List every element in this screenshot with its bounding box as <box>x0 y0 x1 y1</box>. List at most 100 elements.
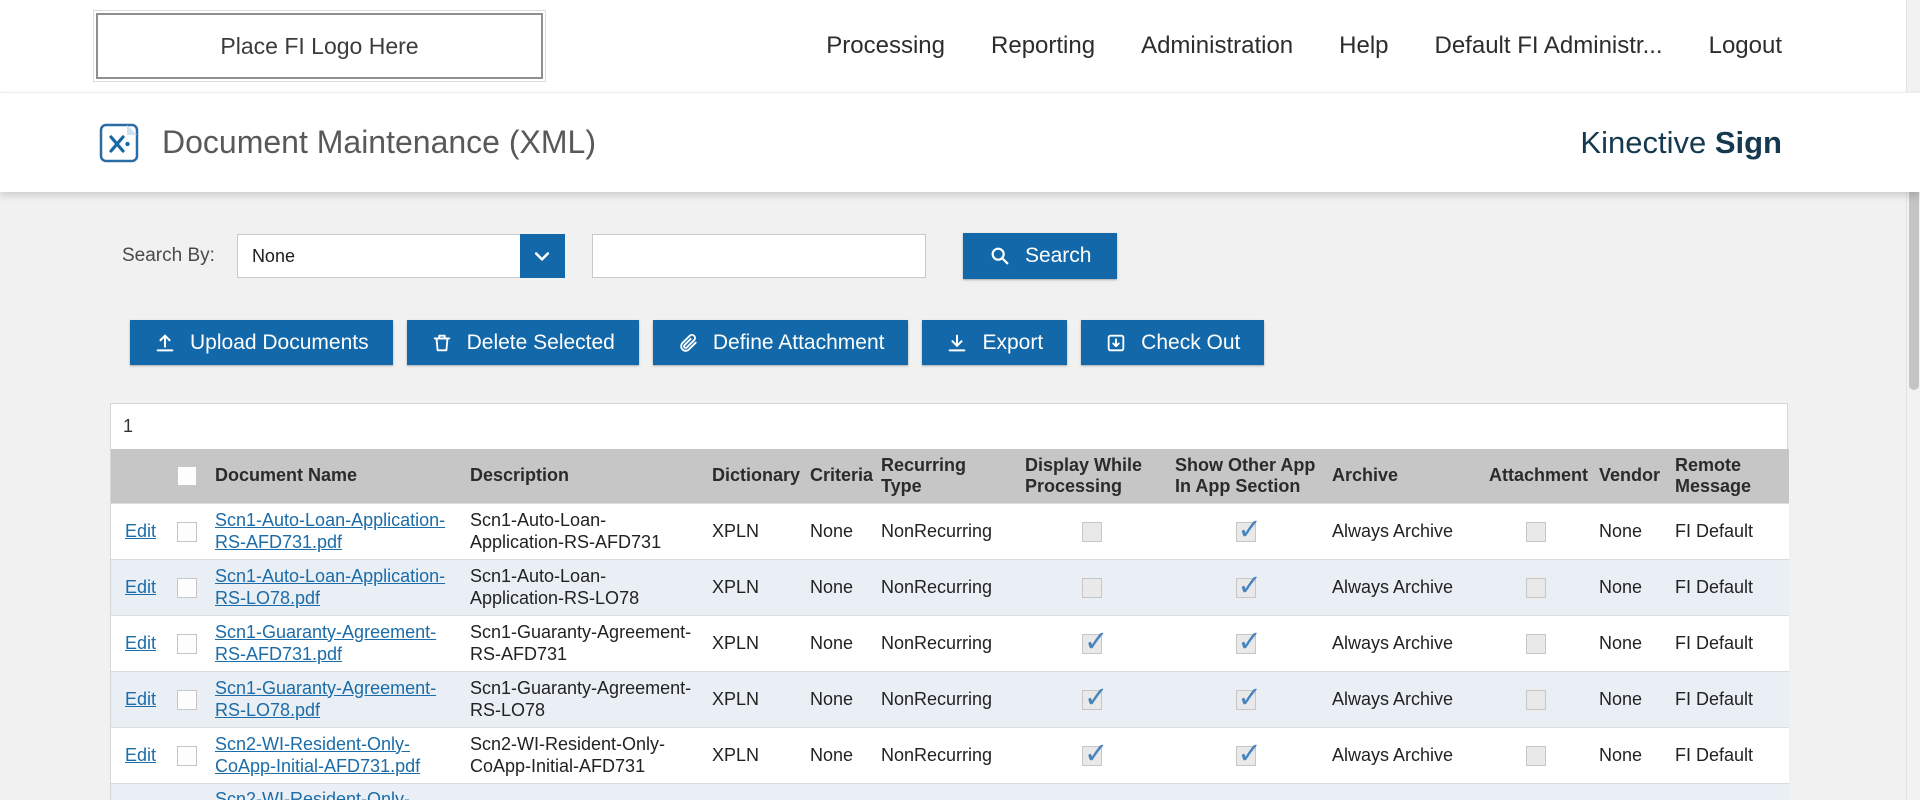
upload-icon <box>154 332 176 354</box>
search-input[interactable] <box>592 234 926 278</box>
col-attachment: Attachment <box>1481 449 1591 503</box>
nav-item-processing[interactable]: Processing <box>826 32 945 60</box>
document-name-link[interactable]: Scn2-WI-Resident-Only-CoApp-Signature2-A… <box>215 789 410 800</box>
remote-message-cell: FI Default <box>1667 503 1789 559</box>
display-while-processing-checkbox[interactable] <box>1082 522 1102 542</box>
display-while-processing-checkbox[interactable] <box>1082 690 1102 710</box>
row-select-checkbox[interactable] <box>177 690 197 710</box>
attachment-checkbox[interactable] <box>1526 522 1546 542</box>
attachment-checkbox[interactable] <box>1526 746 1546 766</box>
search-icon <box>989 245 1011 267</box>
edit-link[interactable]: Edit <box>125 577 156 597</box>
fi-logo-placeholder: Place FI Logo Here <box>96 13 543 79</box>
document-name-cell: Scn1-Guaranty-Agreement-RS-LO78.pdf <box>207 671 462 727</box>
fi-logo-text: Place FI Logo Here <box>220 33 418 60</box>
content-area: Search By: None Search <box>0 192 1920 800</box>
search-button[interactable]: Search <box>963 233 1118 279</box>
remote-message-cell: FI Default <box>1667 783 1789 800</box>
edit-link[interactable]: Edit <box>125 633 156 653</box>
criteria-cell: None <box>802 559 873 615</box>
row-select-checkbox[interactable] <box>177 634 197 654</box>
show-other-app-checkbox[interactable] <box>1236 690 1256 710</box>
recurring-type-cell: NonRecurring <box>873 727 1017 783</box>
dictionary-cell: XPLN <box>704 503 802 559</box>
recurring-type-cell: NonRecurring <box>873 559 1017 615</box>
vendor-cell: None <box>1591 503 1667 559</box>
nav-item-administration[interactable]: Administration <box>1141 32 1293 60</box>
document-name-link[interactable]: Scn2-WI-Resident-Only-CoApp-Initial-AFD7… <box>215 734 420 777</box>
nav-item-help[interactable]: Help <box>1339 32 1388 60</box>
edit-link[interactable]: Edit <box>125 689 156 709</box>
remote-message-cell: FI Default <box>1667 727 1789 783</box>
search-by-dropdown[interactable]: None <box>237 234 565 278</box>
row-select-checkbox[interactable] <box>177 578 197 598</box>
export-button[interactable]: Export <box>922 320 1067 365</box>
row-select-checkbox[interactable] <box>177 746 197 766</box>
check-out-label: Check Out <box>1141 331 1240 355</box>
edit-link[interactable]: Edit <box>125 521 156 541</box>
remote-message-cell: FI Default <box>1667 671 1789 727</box>
archive-cell: Always Archive <box>1324 615 1481 671</box>
document-name-link[interactable]: Scn1-Auto-Loan-Application-RS-AFD731.pdf <box>215 510 445 553</box>
display-while-processing-checkbox[interactable] <box>1082 746 1102 766</box>
row-select-checkbox[interactable] <box>177 522 197 542</box>
dictionary-cell: XPLN <box>704 559 802 615</box>
criteria-cell: None <box>802 615 873 671</box>
delete-selected-button[interactable]: Delete Selected <box>407 320 639 365</box>
search-row: Search By: None Search <box>122 233 1920 279</box>
nav-item-reporting[interactable]: Reporting <box>991 32 1095 60</box>
documents-table-container: 1 Document Name Description Dictionary C… <box>110 403 1788 800</box>
attachment-checkbox[interactable] <box>1526 690 1546 710</box>
document-name-cell: Scn2-WI-Resident-Only-CoApp-Initial-AFD7… <box>207 727 462 783</box>
delete-selected-label: Delete Selected <box>467 331 615 355</box>
show-other-app-checkbox[interactable] <box>1236 578 1256 598</box>
attachment-checkbox[interactable] <box>1526 578 1546 598</box>
document-x-icon <box>98 122 140 164</box>
documents-table: Document Name Description Dictionary Cri… <box>111 449 1789 800</box>
table-row: Edit Scn1-Guaranty-Agreement-RS-AFD731.p… <box>111 615 1789 671</box>
document-name-cell: Scn2-WI-Resident-Only-CoApp-Signature2-A… <box>207 783 462 800</box>
edit-link[interactable]: Edit <box>125 745 156 765</box>
check-out-button[interactable]: Check Out <box>1081 320 1264 365</box>
vendor-cell: None <box>1591 615 1667 671</box>
document-name-link[interactable]: Scn1-Auto-Loan-Application-RS-LO78.pdf <box>215 566 445 609</box>
edit-column-header <box>111 449 167 503</box>
description-cell: Scn1-Guaranty-Agreement-RS-LO78 <box>462 671 704 727</box>
search-button-label: Search <box>1025 244 1092 268</box>
table-row: Edit Scn1-Auto-Loan-Application-RS-AFD73… <box>111 503 1789 559</box>
show-other-app-checkbox[interactable] <box>1236 634 1256 654</box>
display-while-processing-checkbox[interactable] <box>1082 634 1102 654</box>
show-other-app-checkbox[interactable] <box>1236 522 1256 542</box>
document-name-cell: Scn1-Guaranty-Agreement-RS-AFD731.pdf <box>207 615 462 671</box>
define-attachment-button[interactable]: Define Attachment <box>653 320 909 365</box>
chevron-down-icon <box>532 246 552 266</box>
description-cell: Scn1-Guaranty-Agreement-RS-AFD731 <box>462 615 704 671</box>
select-all-checkbox[interactable] <box>177 466 197 486</box>
col-vendor: Vendor <box>1591 449 1667 503</box>
col-show-other-app: Show Other App In App Section <box>1167 449 1324 503</box>
nav-item-current-user[interactable]: Default FI Administr... <box>1435 32 1663 60</box>
upload-documents-button[interactable]: Upload Documents <box>130 320 393 365</box>
dropdown-toggle-button[interactable] <box>520 234 565 278</box>
attachment-checkbox[interactable] <box>1526 634 1546 654</box>
table-row: Edit Scn2-WI-Resident-Only-CoApp-Initial… <box>111 727 1789 783</box>
table-row: Edit Scn1-Guaranty-Agreement-RS-LO78.pdf… <box>111 671 1789 727</box>
trash-icon <box>431 332 453 354</box>
nav-item-logout[interactable]: Logout <box>1709 32 1782 60</box>
table-row: Edit Scn2-WI-Resident-Only-CoApp-Signatu… <box>111 783 1789 800</box>
table-row: Edit Scn1-Auto-Loan-Application-RS-LO78.… <box>111 559 1789 615</box>
export-label: Export <box>982 331 1043 355</box>
document-name-cell: Scn1-Auto-Loan-Application-RS-LO78.pdf <box>207 559 462 615</box>
actions-row: Upload Documents Delete Selected Define … <box>130 320 1920 365</box>
col-dictionary: Dictionary <box>704 449 802 503</box>
vendor-cell: None <box>1591 671 1667 727</box>
document-name-link[interactable]: Scn1-Guaranty-Agreement-RS-LO78.pdf <box>215 678 436 721</box>
table-body: Edit Scn1-Auto-Loan-Application-RS-AFD73… <box>111 503 1789 800</box>
display-while-processing-checkbox[interactable] <box>1082 578 1102 598</box>
document-name-link[interactable]: Scn1-Guaranty-Agreement-RS-AFD731.pdf <box>215 622 436 665</box>
remote-message-cell: FI Default <box>1667 615 1789 671</box>
page-number[interactable]: 1 <box>123 416 133 437</box>
recurring-type-cell: NonRecurring <box>873 671 1017 727</box>
show-other-app-checkbox[interactable] <box>1236 746 1256 766</box>
page-header: Document Maintenance (XML) Kinective Sig… <box>0 92 1920 192</box>
